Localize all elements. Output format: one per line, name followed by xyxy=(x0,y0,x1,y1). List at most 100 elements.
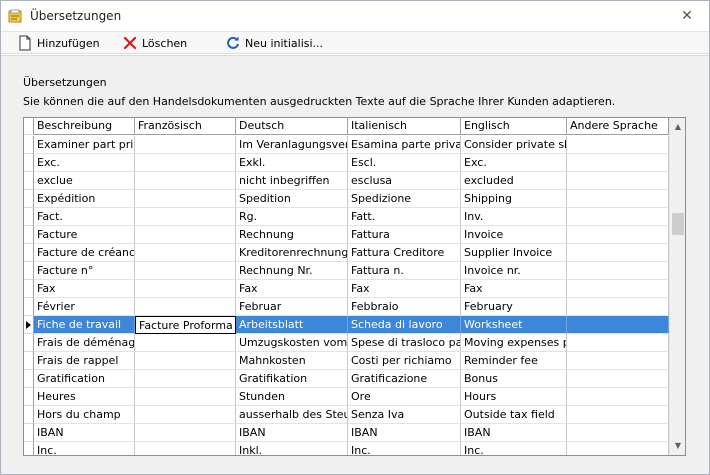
cell-italian[interactable]: Fatt. xyxy=(348,208,461,226)
table-row[interactable]: Gratification Gratifikation Gratificazione… xyxy=(24,370,669,388)
row-selector[interactable] xyxy=(24,262,34,280)
cell-other[interactable] xyxy=(567,154,669,172)
cell-english[interactable]: Shipping xyxy=(461,190,567,208)
cell-description[interactable]: Fiche de travail xyxy=(34,316,135,334)
cell-italian[interactable]: Senza Iva xyxy=(348,406,461,424)
cell-italian[interactable]: Spese di trasloco pagate xyxy=(348,334,461,352)
cell-other[interactable] xyxy=(567,172,669,190)
cell-other[interactable] xyxy=(567,208,669,226)
table-row[interactable]: Fiche de travail Facture Proforma Arbeitsb… xyxy=(24,316,669,334)
cell-german[interactable]: Kreditorenrechnung xyxy=(236,244,348,262)
reinitialize-button[interactable]: Neu initialisi... xyxy=(225,34,323,52)
cell-french[interactable] xyxy=(135,280,236,298)
column-header-german[interactable]: Deutsch xyxy=(236,118,348,135)
cell-french[interactable] xyxy=(135,208,236,226)
cell-other[interactable] xyxy=(567,280,669,298)
cell-italian[interactable]: Fax xyxy=(348,280,461,298)
cell-french[interactable] xyxy=(135,298,236,316)
cell-description[interactable]: Facture de créancier xyxy=(34,244,135,262)
cell-italian[interactable]: Fattura Creditore xyxy=(348,244,461,262)
delete-button[interactable]: Löschen xyxy=(122,34,187,52)
scroll-down-button[interactable]: ▼ xyxy=(670,438,685,454)
cell-english[interactable]: Supplier Invoice xyxy=(461,244,567,262)
cell-italian[interactable]: Spedizione xyxy=(348,190,461,208)
row-selector[interactable] xyxy=(24,406,34,424)
cell-description[interactable]: Inc. xyxy=(34,442,135,455)
cell-french[interactable] xyxy=(135,352,236,370)
cell-english[interactable]: Worksheet xyxy=(461,316,567,334)
row-selector[interactable] xyxy=(24,208,34,226)
cell-english[interactable]: Bonus xyxy=(461,370,567,388)
row-selector[interactable] xyxy=(24,388,34,406)
row-selector[interactable] xyxy=(24,352,34,370)
cell-german[interactable]: Rg. xyxy=(236,208,348,226)
cell-french[interactable] xyxy=(135,154,236,172)
table-row[interactable]: Inc. Inkl. Inc. Inc. xyxy=(24,442,669,455)
cell-german[interactable]: Mahnkosten xyxy=(236,352,348,370)
cell-german[interactable]: Rechnung Nr. xyxy=(236,262,348,280)
cell-description[interactable]: IBAN xyxy=(34,424,135,442)
cell-italian[interactable]: Escl. xyxy=(348,154,461,172)
cell-italian[interactable]: Inc. xyxy=(348,442,461,455)
cell-french[interactable]: Facture Proforma xyxy=(135,316,236,334)
cell-french[interactable] xyxy=(135,190,236,208)
table-row[interactable]: Facture n° Rechnung Nr. Fattura n. Invoice … xyxy=(24,262,669,280)
cell-french[interactable] xyxy=(135,244,236,262)
column-header-english[interactable]: Englisch xyxy=(461,118,567,135)
cell-description[interactable]: Fact. xyxy=(34,208,135,226)
cell-french[interactable] xyxy=(135,442,236,455)
row-selector[interactable] xyxy=(24,172,34,190)
cell-italian[interactable]: IBAN xyxy=(348,424,461,442)
column-header-other[interactable]: Andere Sprache xyxy=(567,118,669,135)
cell-english[interactable]: Outside tax field xyxy=(461,406,567,424)
cell-other[interactable] xyxy=(567,334,669,352)
cell-other[interactable] xyxy=(567,388,669,406)
cell-italian[interactable]: esclusa xyxy=(348,172,461,190)
cell-other[interactable] xyxy=(567,136,669,154)
row-selector[interactable] xyxy=(24,244,34,262)
cell-other[interactable] xyxy=(567,442,669,455)
cell-german[interactable]: Im Veranlagungsverfahren xyxy=(236,136,348,154)
cell-german[interactable]: Exkl. xyxy=(236,154,348,172)
table-row[interactable]: IBAN IBAN IBAN IBAN xyxy=(24,424,669,442)
cell-description[interactable]: Facture xyxy=(34,226,135,244)
table-row[interactable]: Frais de déménagement Umzugskosten vom Ar… xyxy=(24,334,669,352)
cell-english[interactable]: February xyxy=(461,298,567,316)
table-row[interactable]: Examiner part privée Im Veranlagungsverfa… xyxy=(24,136,669,154)
cell-description[interactable]: Fax xyxy=(34,280,135,298)
cell-italian[interactable]: Scheda di lavoro xyxy=(348,316,461,334)
cell-german[interactable]: Rechnung xyxy=(236,226,348,244)
cell-other[interactable] xyxy=(567,190,669,208)
table-row[interactable]: Expédition Spedition Spedizione Shipping xyxy=(24,190,669,208)
add-button[interactable]: Hinzufügen xyxy=(17,34,100,52)
column-header-french[interactable]: Französisch xyxy=(135,118,236,135)
cell-german[interactable]: Gratifikation xyxy=(236,370,348,388)
table-row[interactable]: Exc. Exkl. Escl. Exc. xyxy=(24,154,669,172)
cell-english[interactable]: Moving expenses paid xyxy=(461,334,567,352)
cell-english[interactable]: Reminder fee xyxy=(461,352,567,370)
cell-french[interactable] xyxy=(135,262,236,280)
row-selector[interactable] xyxy=(24,190,34,208)
cell-other[interactable] xyxy=(567,316,669,334)
table-row[interactable]: Fact. Rg. Fatt. Inv. xyxy=(24,208,669,226)
row-selector[interactable] xyxy=(24,136,34,154)
cell-english[interactable]: Invoice nr. xyxy=(461,262,567,280)
row-selector[interactable] xyxy=(24,316,34,334)
cell-description[interactable]: Expédition xyxy=(34,190,135,208)
cell-other[interactable] xyxy=(567,406,669,424)
cell-german[interactable]: ausserhalb des Steuerfeldes xyxy=(236,406,348,424)
vertical-scrollbar[interactable]: ▲ ▼ xyxy=(669,118,685,455)
cell-french[interactable] xyxy=(135,424,236,442)
cell-other[interactable] xyxy=(567,352,669,370)
cell-german[interactable]: Spedition xyxy=(236,190,348,208)
cell-other[interactable] xyxy=(567,244,669,262)
cell-description[interactable]: Frais de déménagement xyxy=(34,334,135,352)
cell-description[interactable]: Frais de rappel xyxy=(34,352,135,370)
row-selector[interactable] xyxy=(24,370,34,388)
cell-german[interactable]: nicht inbegriffen xyxy=(236,172,348,190)
cell-italian[interactable]: Fattura n. xyxy=(348,262,461,280)
cell-italian[interactable]: Ore xyxy=(348,388,461,406)
row-selector[interactable] xyxy=(24,154,34,172)
cell-italian[interactable]: Costi per richiamo xyxy=(348,352,461,370)
table-row[interactable]: Fax Fax Fax Fax xyxy=(24,280,669,298)
